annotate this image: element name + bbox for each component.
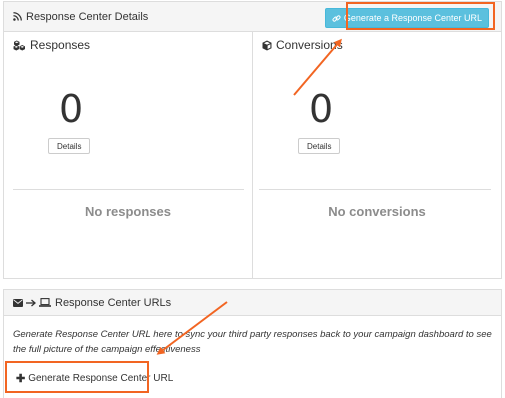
details-panel-title: Response Center Details — [13, 11, 148, 23]
details-panel-title-text: Response Center Details — [26, 10, 149, 23]
response-center-details-panel: Response Center Details Generate a Respo… — [3, 1, 502, 279]
no-responses-text: No responses — [85, 204, 171, 219]
conversions-divider — [259, 189, 491, 190]
no-conversions-text: No conversions — [328, 204, 426, 219]
responses-count: 0 — [59, 87, 84, 131]
urls-description: Generate Response Center URL here to syn… — [13, 329, 492, 355]
responses-title-text: Responses — [30, 38, 91, 52]
add-url-label: Generate Response Center URL — [28, 373, 174, 384]
responses-divider — [13, 189, 244, 190]
responses-column: Responses 0 Details No responses — [4, 32, 253, 278]
cube-icon — [262, 40, 272, 51]
urls-panel-title-text: Response Center URLs — [55, 296, 172, 309]
cubes-icon — [13, 39, 26, 51]
urls-panel-title: Response Center URLs — [13, 297, 171, 309]
generate-response-center-url-link[interactable]: ✚ Generate Response Center URL — [11, 369, 178, 388]
envelope-icon — [13, 298, 23, 307]
link-icon — [332, 14, 341, 23]
urls-panel-header: Response Center URLs — [4, 290, 501, 316]
plus-icon: ✚ — [16, 373, 26, 385]
conversions-column: Conversions 0 Details No conversions — [253, 32, 501, 278]
rss-icon — [13, 12, 22, 21]
conversions-count: 0 — [309, 87, 334, 131]
generate-button-label: Generate a Response Center URL — [343, 13, 482, 23]
laptop-icon — [39, 298, 51, 307]
generate-response-center-url-button[interactable]: Generate a Response Center URL — [324, 8, 489, 28]
responses-details-button[interactable]: Details — [48, 138, 91, 154]
responses-title: Responses — [13, 38, 90, 52]
conversions-details-button[interactable]: Details — [298, 138, 341, 154]
arrow-right-icon — [26, 299, 36, 307]
details-panel-header: Response Center Details Generate a Respo… — [4, 2, 501, 32]
conversions-title-text: Conversions — [276, 38, 343, 52]
response-center-urls-panel: Response Center URLs Generate Response C… — [3, 289, 502, 398]
conversions-title: Conversions — [262, 38, 343, 52]
